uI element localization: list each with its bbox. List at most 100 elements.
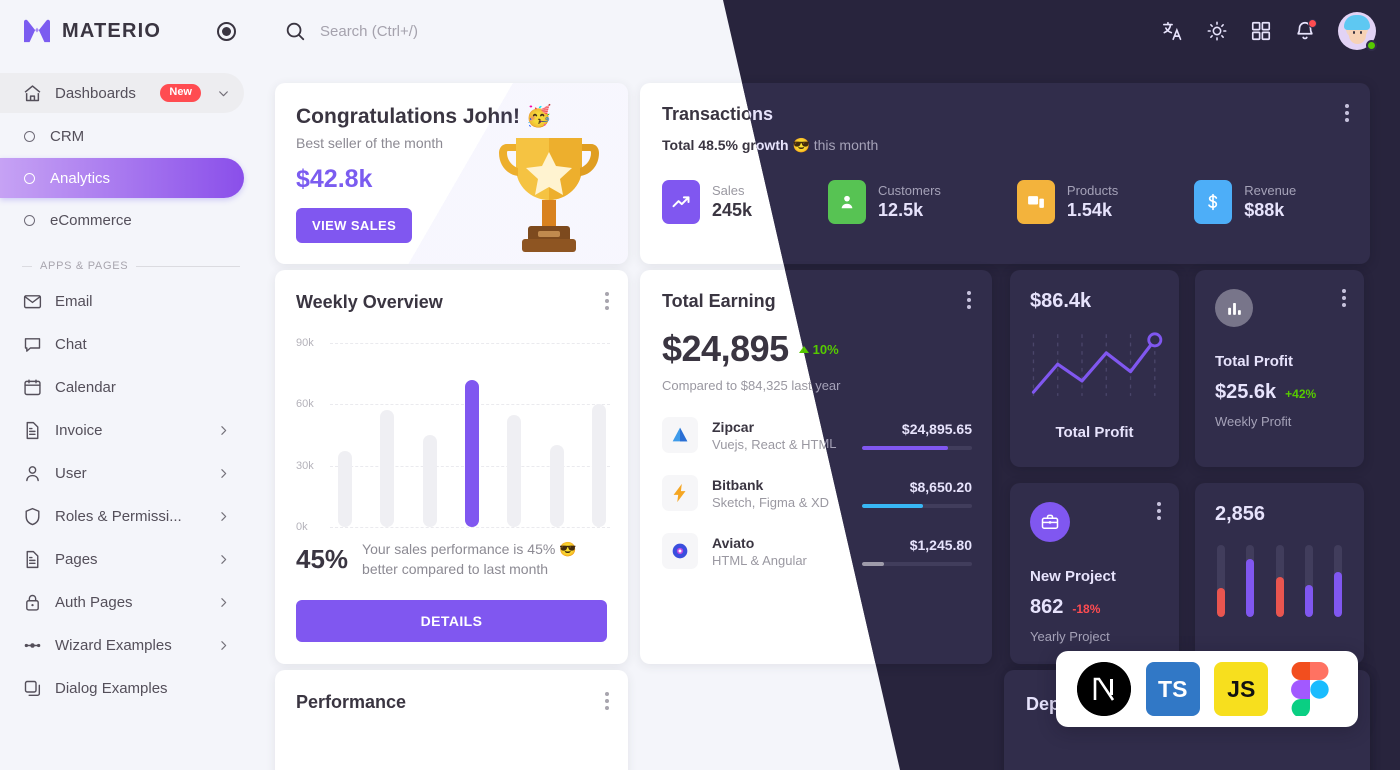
file-icon bbox=[22, 420, 43, 441]
dollar-icon bbox=[1194, 180, 1233, 224]
sidebar-label-dashboards: Dashboards bbox=[55, 84, 136, 102]
brand-header: MATERIO bbox=[0, 0, 260, 62]
performance-menu-button[interactable] bbox=[605, 692, 609, 710]
total-earning-title: Total Earning bbox=[662, 291, 776, 311]
sidebar-item-invoice[interactable]: Invoice bbox=[0, 410, 244, 450]
bar bbox=[338, 451, 352, 527]
earning-progress-track bbox=[862, 445, 972, 450]
weekly-overview-card: Weekly Overview 90k 60k 30k 0k 45% Your sal… bbox=[275, 270, 628, 664]
sidebar-item-ecommerce[interactable]: eCommerce bbox=[0, 200, 244, 240]
earning-progress-fill bbox=[862, 503, 923, 508]
transactions-title: Transactions bbox=[662, 104, 774, 124]
congratulations-card: Congratulations John! 🥳 Best seller of t… bbox=[275, 83, 628, 264]
y-axis-tick-label: 30k bbox=[296, 459, 314, 472]
sidebar-item-analytics[interactable]: Analytics bbox=[0, 158, 244, 198]
javascript-logo[interactable]: JS bbox=[1214, 662, 1269, 716]
search-icon bbox=[286, 22, 305, 41]
earning-name: Aviato bbox=[712, 534, 755, 551]
sidebar-item-chat[interactable]: Chat bbox=[0, 324, 244, 364]
sidebar-item-crm[interactable]: CRM bbox=[0, 116, 244, 156]
sidebar-item-label: Dialog Examples bbox=[55, 679, 168, 697]
sidebar-item-dialog-examples[interactable]: Dialog Examples bbox=[0, 668, 244, 708]
stat-label: Products bbox=[1066, 183, 1119, 198]
stat-label: Sales bbox=[712, 183, 745, 198]
earning-desc: Vuejs, React & HTML bbox=[712, 436, 837, 452]
bar bbox=[549, 445, 564, 527]
sidebar-item-label: Calendar bbox=[55, 378, 116, 396]
stat-value: 12.5k bbox=[878, 200, 924, 220]
search-box[interactable]: Search (Ctrl+/) bbox=[284, 20, 418, 42]
details-button[interactable]: DETAILS bbox=[296, 600, 607, 642]
total-earning-menu-button[interactable] bbox=[967, 291, 971, 309]
mail-icon bbox=[22, 291, 43, 312]
trending-up-icon bbox=[662, 180, 700, 224]
chevron-right-icon bbox=[221, 640, 227, 650]
sidebar-item-wizard-examples[interactable]: Wizard Examples bbox=[0, 625, 244, 665]
javascript-logo-text: JS bbox=[1227, 675, 1256, 702]
bar bbox=[591, 404, 606, 527]
sidebar-item-calendar[interactable]: Calendar bbox=[0, 367, 244, 407]
weekly-overview-menu-button[interactable] bbox=[605, 292, 609, 310]
weekly-overview-chart: 90k 60k 30k 0k bbox=[296, 337, 610, 533]
weekly-percent: 45% bbox=[296, 543, 349, 574]
stat-label: Customers bbox=[878, 183, 941, 198]
top-header-light: Search (Ctrl+/) bbox=[260, 0, 1400, 62]
calendar-icon bbox=[22, 377, 43, 398]
circle-icon bbox=[24, 214, 35, 226]
typescript-logo[interactable]: TS bbox=[1145, 662, 1200, 716]
earning-name: Zipcar bbox=[712, 418, 755, 435]
sidebar-item-user[interactable]: User bbox=[0, 453, 244, 493]
bar-group bbox=[338, 343, 606, 527]
sidebar-section-apps-pages: APPS & PAGES bbox=[0, 242, 260, 278]
sidebar-item-label: Invoice bbox=[55, 421, 103, 439]
earning-progress-fill bbox=[862, 561, 884, 566]
sidebar-sub-label: CRM bbox=[50, 127, 85, 145]
sidebar-section-label: APPS & PAGES bbox=[40, 260, 129, 272]
user-icon bbox=[22, 463, 43, 484]
transactions-menu-button[interactable] bbox=[1345, 104, 1349, 122]
circle-icon bbox=[24, 130, 35, 142]
transactions-card: Transactions Total 48.5% growth 😎 this m… bbox=[640, 83, 1370, 264]
triangle-up-icon bbox=[798, 345, 809, 353]
sidebar-item-label: Auth Pages bbox=[55, 593, 133, 611]
sidebar-pin-toggle[interactable] bbox=[217, 21, 236, 41]
y-axis-tick-label: 60k bbox=[296, 398, 314, 411]
stat-value: $88k bbox=[1244, 200, 1285, 220]
sidebar-item-pages[interactable]: Pages bbox=[0, 539, 244, 579]
transaction-stat-revenue: Revenue $88k bbox=[1194, 180, 1296, 224]
total-earning-growth: 10% bbox=[798, 342, 839, 357]
bar bbox=[464, 379, 479, 527]
sidebar-item-label: Wizard Examples bbox=[55, 636, 172, 654]
earning-name: Bitbank bbox=[712, 476, 764, 493]
aviato-logo bbox=[662, 533, 698, 569]
sidebar-item-auth-pages[interactable]: Auth Pages bbox=[0, 582, 244, 622]
bar bbox=[507, 414, 522, 527]
earning-value: $8,650.20 bbox=[909, 478, 972, 495]
y-axis-tick-label: 90k bbox=[296, 337, 314, 349]
transaction-stat-customers: Customers 12.5k bbox=[828, 180, 941, 224]
earning-row: ZipcarVuejs, React & HTML $24,895.65 bbox=[662, 417, 972, 453]
file-icon bbox=[22, 549, 43, 570]
performance-card: Performance bbox=[275, 670, 628, 770]
chevron-right-icon bbox=[221, 468, 227, 478]
earning-row: BitbankSketch, Figma & XD $8,650.20 bbox=[662, 475, 972, 511]
weekly-overview-title: Weekly Overview bbox=[296, 292, 443, 312]
total-earning-card: Total Earning $24,895 10% Compared to $8… bbox=[640, 270, 992, 664]
chevron-right-icon bbox=[221, 554, 227, 564]
figma-logo[interactable] bbox=[1283, 662, 1337, 716]
chat-icon bbox=[22, 334, 43, 355]
sidebar-item-roles-permissi[interactable]: Roles & Permissi... bbox=[0, 496, 244, 536]
sidebar-item-label: Roles & Permissi... bbox=[55, 507, 182, 525]
sidebar-item-email[interactable]: Email bbox=[0, 281, 244, 321]
sidebar-nav: Dashboards New CRM Analytics eCommerce APP… bbox=[0, 62, 260, 708]
sidebar-item-label: User bbox=[55, 464, 87, 482]
sidebar-sub-label: eCommerce bbox=[50, 211, 132, 229]
search-placeholder: Search (Ctrl+/) bbox=[320, 22, 418, 40]
wizard-icon bbox=[22, 635, 43, 656]
chevron-right-icon bbox=[221, 425, 227, 435]
nextjs-logo[interactable] bbox=[1077, 662, 1132, 716]
bar bbox=[422, 435, 437, 527]
copy-icon bbox=[22, 678, 43, 699]
sidebar-item-dashboards[interactable]: Dashboards New bbox=[0, 73, 244, 113]
brand-name: MATERIO bbox=[62, 19, 162, 42]
